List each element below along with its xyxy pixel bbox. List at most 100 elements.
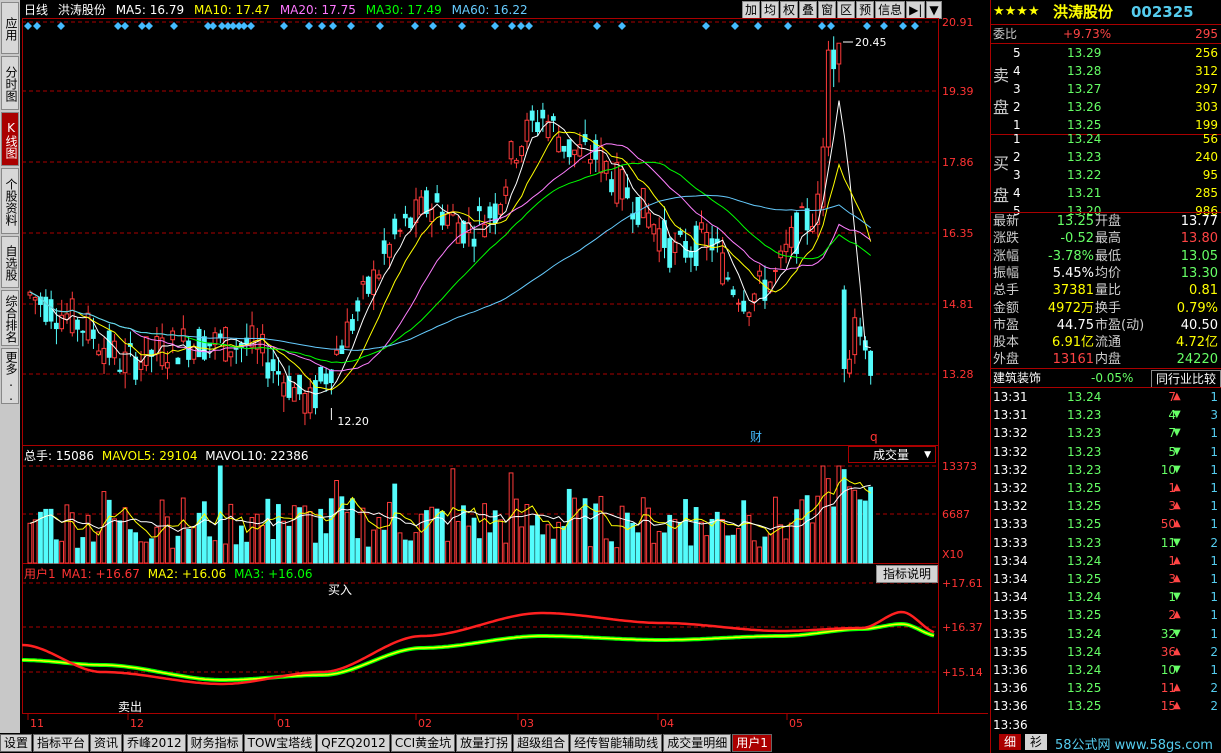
left-tab-3[interactable]: 个股资料	[1, 168, 19, 234]
candle-body	[392, 218, 398, 235]
volume-tick-label: 6687	[942, 508, 970, 521]
industry-name[interactable]: 建筑装饰	[993, 369, 1041, 387]
bottom-tab-10[interactable]: 经传智能辅助线	[570, 734, 663, 752]
ask-level: 4	[1013, 64, 1021, 78]
bottom-tab-5[interactable]: TOW宝塔线	[243, 734, 317, 752]
industry-compare-button[interactable]: 同行业比较	[1151, 370, 1221, 388]
indicator-help-button[interactable]: 指标说明	[876, 565, 938, 583]
finance-event-marker[interactable]: 财	[750, 430, 762, 444]
left-tab-2[interactable]: K线图	[1, 112, 19, 166]
candle-body	[847, 358, 852, 374]
volume-bar	[847, 486, 852, 564]
volume-bar	[106, 499, 112, 564]
bottom-tab-6[interactable]: QFZQ2012	[317, 734, 390, 752]
left-tab-4[interactable]: 自选股	[1, 236, 19, 288]
candle-body	[455, 222, 461, 244]
volume-bar	[450, 468, 456, 564]
tick-time: 13:34	[993, 572, 1028, 586]
tick-row: 13:36 13.24 10 ▼ 1	[991, 661, 1221, 679]
tick-row: 13:32 13.23 7 ▼ 1	[991, 424, 1221, 442]
volume-bar	[365, 546, 371, 564]
tick-row: 13:35 13.25 2 ▲ 1	[991, 606, 1221, 624]
bottom-tab-12[interactable]: 用户1	[732, 734, 772, 752]
q-event-marker[interactable]: q	[870, 430, 878, 444]
bottom-tab-8[interactable]: 放量打拐	[456, 734, 513, 752]
left-tab-1[interactable]: 分时图	[1, 56, 19, 110]
candle-body	[323, 373, 329, 385]
indicator-ma1: MA1: +16.67	[61, 567, 140, 581]
bottom-tab-4[interactable]: 财务指标	[186, 734, 243, 752]
volume-bar	[175, 535, 181, 564]
bottom-tab-9[interactable]: 超级组合	[513, 734, 570, 752]
chart-area[interactable]: 日线 洪涛股份 MA5: 16.79 MA10: 17.47 MA20: 17.…	[22, 0, 990, 733]
ask-volume: 312	[1195, 64, 1218, 78]
bottom-tab-1[interactable]: 指标平台	[33, 734, 90, 752]
candle-body	[587, 159, 593, 164]
candle-body	[741, 300, 747, 312]
candle-body	[857, 326, 863, 337]
volume-dropdown-label: 成交量	[873, 448, 910, 462]
volume-bar	[143, 541, 149, 564]
signal-diamond-icon	[329, 22, 337, 30]
volume-bar	[85, 514, 91, 564]
volume-bar	[810, 522, 815, 564]
arrow-down-icon: ▼	[1173, 627, 1181, 639]
signal-diamond-icon	[33, 22, 41, 30]
stat-label: 量比	[1095, 283, 1122, 299]
indicator-tick-label: +16.37	[942, 621, 983, 634]
tick-time: 13:34	[993, 590, 1028, 605]
price-tick-label: 17.86	[942, 156, 974, 169]
candle-body	[688, 250, 694, 258]
kline-chart[interactable]: 20.91 19.39 17.86 16.35 14.81 13.28 13373 6687 X…	[22, 0, 990, 733]
tick-price: 13.24	[1067, 663, 1102, 677]
detail-tab[interactable]: 细	[999, 734, 1021, 750]
volume-bar	[276, 504, 281, 564]
bottom-tab-7[interactable]: CCI黄金坑	[390, 734, 456, 752]
candle-body	[519, 146, 525, 157]
tick-time: 13:36	[993, 663, 1028, 677]
tick-count: 1	[1210, 590, 1218, 605]
candle-body	[424, 190, 429, 214]
candle-body	[413, 199, 419, 224]
signal-diamond-icon	[209, 22, 217, 30]
volume-bar	[476, 538, 482, 564]
stat-label: 均价	[1095, 265, 1122, 281]
volume-bar	[640, 497, 646, 564]
volume-bar	[762, 536, 768, 564]
arrow-down-icon: ▼	[1173, 536, 1181, 548]
volume-dropdown[interactable]: 成交量 ▼	[848, 446, 936, 463]
detail-tab-2[interactable]: 衫	[1025, 734, 1047, 750]
tick-price: 13.25	[1067, 699, 1102, 714]
stat-label: 内盘	[1095, 352, 1122, 368]
signal-diamond-icon	[24, 22, 32, 30]
time-tick-label: 11	[30, 717, 44, 730]
candle-body	[720, 252, 725, 285]
signal-diamond-icon	[170, 22, 178, 30]
volume-bar	[572, 497, 577, 564]
bottom-tab-0[interactable]: 设置	[0, 734, 33, 752]
candle-body	[540, 109, 546, 119]
left-tab-5[interactable]: 综合排名	[1, 290, 19, 346]
volume-bar	[281, 520, 287, 564]
left-tab-0[interactable]: 应用	[1, 2, 19, 54]
candle-body	[133, 356, 139, 380]
bottom-tab-11[interactable]: 成交量明细	[663, 734, 732, 752]
signal-diamond-icon	[114, 22, 122, 30]
candle-body	[836, 42, 842, 65]
price-tick-label: 16.35	[942, 227, 974, 240]
star-rating-icon: ★★★★	[993, 4, 1040, 19]
tick-count: 1	[1210, 462, 1218, 477]
candle-body	[402, 213, 408, 219]
left-tab-6[interactable]: 更多..	[1, 348, 19, 404]
bottom-tab-2[interactable]: 资讯	[90, 734, 123, 752]
bottom-tab-3[interactable]: 乔峰2012	[123, 734, 186, 752]
stat-row: 外盘 13161 内盘 24220	[991, 351, 1221, 368]
weibi-label: 委比	[993, 27, 1018, 41]
time-tick-label: 03	[520, 717, 534, 730]
volume-bar	[133, 532, 139, 564]
volume-bar	[662, 532, 667, 564]
candle-body	[376, 274, 382, 279]
tick-count: 2	[1210, 535, 1218, 550]
price-tick-label: 20.91	[942, 16, 974, 29]
bid-row: 3 13.22 95	[991, 166, 1221, 184]
